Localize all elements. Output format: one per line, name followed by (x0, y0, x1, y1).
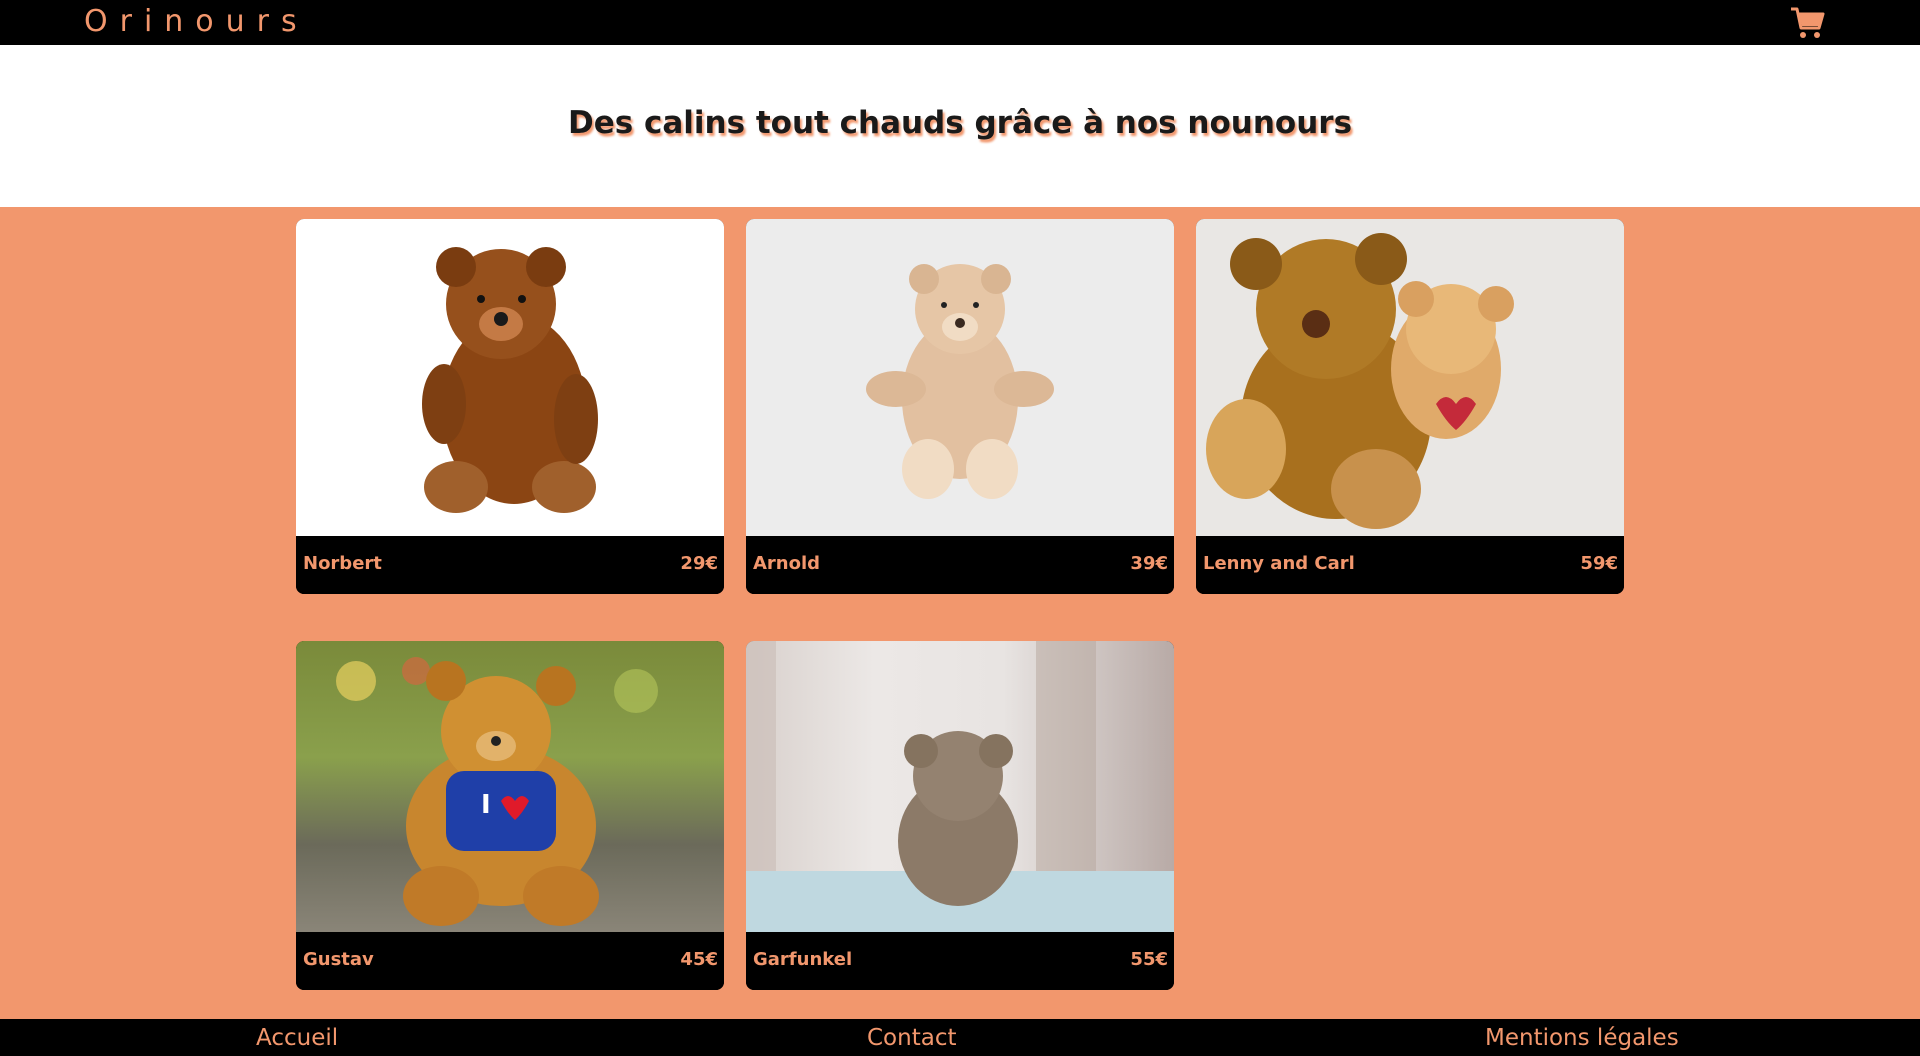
footer-link-contact[interactable]: Contact (867, 1025, 956, 1051)
product-card-lenny-and-carl[interactable]: Lenny and Carl 59€ (1196, 219, 1624, 594)
product-footer: Arnold 39€ (746, 536, 1174, 594)
product-card-garfunkel[interactable]: Garfunkel 55€ (746, 641, 1174, 990)
brand-logo-link[interactable]: Orinours (84, 4, 309, 40)
product-photo-norbert (296, 219, 724, 536)
product-price: 39€ (1130, 553, 1168, 574)
product-footer: Lenny and Carl 59€ (1196, 536, 1624, 594)
footer-link-mentions-legales[interactable]: Mentions légales (1485, 1025, 1679, 1051)
hero-banner: Des calins tout chauds grâce à nos nouno… (0, 45, 1920, 207)
product-price: 55€ (1130, 949, 1168, 970)
product-footer: Gustav 45€ (296, 932, 724, 990)
shopping-cart-icon[interactable] (1790, 6, 1826, 40)
top-navbar: Orinours (0, 0, 1920, 45)
product-photo-lenny-and-carl (1196, 219, 1624, 536)
product-name: Arnold (753, 553, 821, 574)
hero-title: Des calins tout chauds grâce à nos nouno… (567, 105, 1353, 141)
product-price: 59€ (1580, 553, 1618, 574)
product-footer: Norbert 29€ (296, 536, 724, 594)
product-photo-arnold (746, 219, 1174, 536)
product-photo-garfunkel (746, 641, 1174, 932)
product-name: Garfunkel (753, 949, 853, 970)
product-name: Norbert (303, 553, 382, 574)
product-footer: Garfunkel 55€ (746, 932, 1174, 990)
bottom-navbar: Accueil Contact Mentions légales (0, 1019, 1920, 1056)
product-card-norbert[interactable]: Norbert 29€ (296, 219, 724, 594)
product-photo-gustav: I (296, 641, 724, 932)
svg-text:I: I (481, 790, 491, 820)
product-card-arnold[interactable]: Arnold 39€ (746, 219, 1174, 594)
product-name: Lenny and Carl (1203, 553, 1355, 574)
product-card-gustav[interactable]: I Gustav 45€ (296, 641, 724, 990)
product-price: 45€ (680, 949, 718, 970)
footer-link-accueil[interactable]: Accueil (256, 1025, 338, 1051)
product-name: Gustav (303, 949, 374, 970)
product-price: 29€ (680, 553, 718, 574)
